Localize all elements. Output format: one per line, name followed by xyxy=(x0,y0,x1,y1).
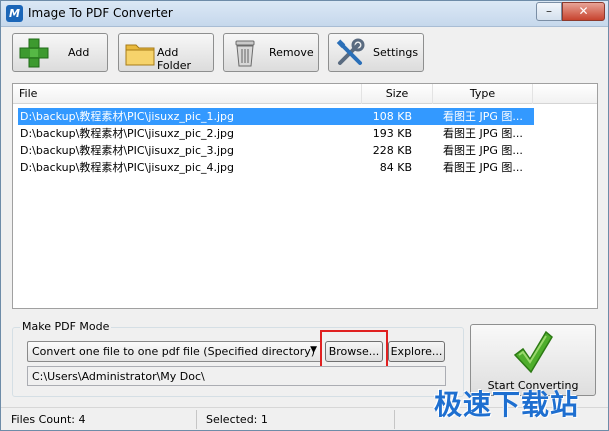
row-file: D:\backup\教程素材\PIC\jisuxz_pic_4.jpg xyxy=(20,161,235,174)
explore-button[interactable]: Explore... xyxy=(388,341,445,362)
checkmark-icon xyxy=(513,330,553,374)
column-file[interactable]: File xyxy=(13,84,362,104)
table-row[interactable]: D:\backup\教程素材\PIC\jisuxz_pic_2.jpg 193 … xyxy=(18,125,534,142)
row-file: D:\backup\教程素材\PIC\jisuxz_pic_1.jpg xyxy=(20,110,235,123)
add-label: Add xyxy=(68,46,90,59)
settings-button[interactable]: Settings xyxy=(328,33,424,72)
remove-button[interactable]: Remove xyxy=(223,33,319,72)
close-icon: ✕ xyxy=(578,4,589,18)
files-count-status: Files Count: 4 xyxy=(11,413,86,426)
tools-icon xyxy=(336,38,365,65)
row-type: 看图王 JPG 图... xyxy=(443,127,523,140)
row-size: 193 KB xyxy=(372,127,412,140)
output-path-value: C:\Users\Administrator\My Doc\ xyxy=(32,370,205,383)
minimize-button[interactable]: – xyxy=(536,2,562,21)
settings-label: Settings xyxy=(373,46,419,59)
folder-icon xyxy=(125,44,155,66)
site-watermark: 极速下载站 xyxy=(434,388,580,421)
row-size: 228 KB xyxy=(372,144,412,157)
row-type: 看图王 JPG 图... xyxy=(443,144,523,157)
row-file: D:\backup\教程素材\PIC\jisuxz_pic_2.jpg xyxy=(20,127,235,140)
pdf-mode-selected: Convert one file to one pdf file (Specif… xyxy=(32,345,316,358)
output-path-field[interactable]: C:\Users\Administrator\My Doc\ xyxy=(27,366,446,386)
status-divider xyxy=(394,410,395,429)
file-list[interactable]: File Size Type D:\backup\教程素材\PIC\jisuxz… xyxy=(12,83,598,309)
app-window: M Image To PDF Converter – ✕ Add Add Fol… xyxy=(0,0,609,431)
column-size[interactable]: Size xyxy=(362,84,433,104)
minimize-icon: – xyxy=(546,4,552,18)
table-row[interactable]: D:\backup\教程素材\PIC\jisuxz_pic_3.jpg 228 … xyxy=(18,142,534,159)
close-button[interactable]: ✕ xyxy=(562,2,605,21)
trash-icon xyxy=(235,40,255,67)
add-button[interactable]: Add xyxy=(12,33,108,72)
row-file: D:\backup\教程素材\PIC\jisuxz_pic_3.jpg xyxy=(20,144,235,157)
add-folder-button[interactable]: Add Folder xyxy=(118,33,214,72)
file-list-header: File Size Type xyxy=(13,84,597,104)
annotation-highlight-box xyxy=(320,330,388,370)
row-size: 84 KB xyxy=(379,161,412,174)
pdf-mode-select[interactable]: Convert one file to one pdf file (Specif… xyxy=(27,341,322,362)
remove-label: Remove xyxy=(269,46,314,59)
selected-status: Selected: 1 xyxy=(206,413,268,426)
column-type[interactable]: Type xyxy=(433,84,533,104)
status-divider xyxy=(196,410,197,429)
table-row[interactable]: D:\backup\教程素材\PIC\jisuxz_pic_4.jpg 84 K… xyxy=(18,159,534,176)
plus-icon xyxy=(19,38,49,68)
pdf-mode-label: Make PDF Mode xyxy=(20,320,112,333)
chevron-down-icon[interactable]: ▼ xyxy=(310,345,317,355)
row-size: 108 KB xyxy=(372,110,412,123)
window-title: Image To PDF Converter xyxy=(28,6,173,20)
row-type: 看图王 JPG 图... xyxy=(443,110,523,123)
title-bar[interactable]: M Image To PDF Converter – ✕ xyxy=(1,1,608,27)
add-folder-label: Add Folder xyxy=(157,46,191,72)
table-row[interactable]: D:\backup\教程素材\PIC\jisuxz_pic_1.jpg 108 … xyxy=(18,108,534,125)
pdf-mode-frame xyxy=(12,327,464,397)
row-type: 看图王 JPG 图... xyxy=(443,161,523,174)
app-logo-icon: M xyxy=(6,5,23,22)
